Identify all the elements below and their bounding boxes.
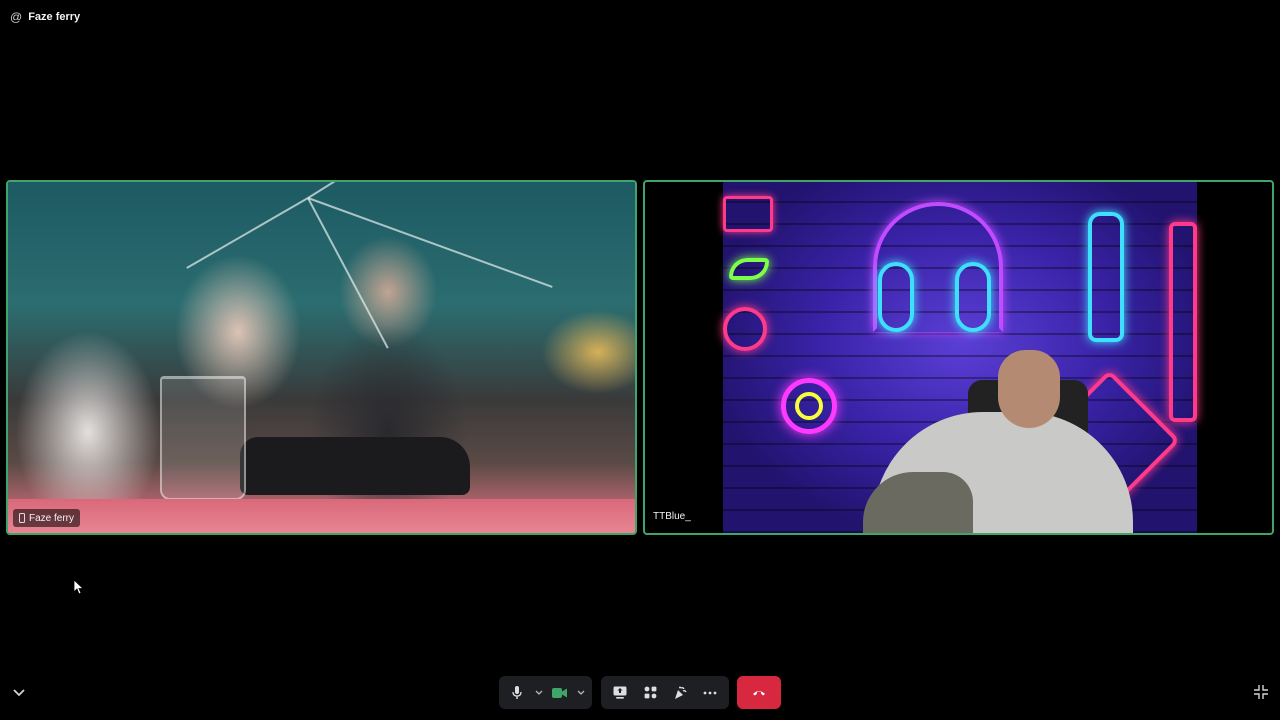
call-header: @ Faze ferry [10, 8, 80, 26]
neon-earcup [955, 262, 991, 332]
person-head [998, 350, 1060, 428]
call-title: Faze ferry [28, 11, 81, 23]
soundboard-icon [673, 686, 687, 700]
participant-tile-ttblue[interactable]: TTBlue_ [643, 180, 1274, 535]
video-feed [723, 182, 1197, 533]
more-options-button[interactable] [695, 676, 725, 709]
media-controls [499, 676, 592, 709]
neon-leaf [729, 258, 769, 280]
chevron-down-icon [535, 690, 543, 695]
neon-lollipop-swirl [795, 392, 823, 420]
microphone-button[interactable] [503, 676, 532, 709]
collapse-button[interactable] [11, 686, 27, 700]
exit-fullscreen-button[interactable] [1253, 684, 1269, 700]
bag [240, 437, 470, 495]
chevron-down-icon [577, 690, 585, 695]
chevron-down-icon [13, 689, 25, 697]
neon-earcup [878, 262, 914, 332]
screen-share-icon [613, 686, 627, 699]
glass [160, 376, 246, 500]
disconnect-button[interactable] [737, 676, 781, 709]
table [8, 499, 635, 533]
neon-arrow-shaft [1169, 222, 1197, 422]
neon-sign [723, 196, 773, 232]
participant-name: Faze ferry [29, 512, 75, 524]
neon-cherry [723, 307, 767, 351]
at-icon: @ [10, 10, 23, 24]
phone-icon [19, 513, 25, 523]
microphone-options-button[interactable] [532, 676, 546, 709]
camera-icon [552, 687, 568, 698]
minimize-icon [1253, 684, 1269, 700]
camera-button[interactable] [546, 676, 575, 709]
apps-button[interactable] [635, 676, 665, 709]
participant-name-tag: Faze ferry [13, 509, 81, 527]
mouse-cursor-icon [74, 580, 84, 595]
participant-tile-faze-ferry[interactable]: Faze ferry [6, 180, 637, 535]
camera-options-button[interactable] [574, 676, 588, 709]
screen-share-button[interactable] [605, 676, 635, 709]
more-icon [703, 691, 717, 695]
participant-name: TTBlue_ [653, 510, 691, 522]
participant-name-tag: TTBlue_ [653, 507, 691, 525]
call-tools [601, 676, 729, 709]
soundboard-button[interactable] [665, 676, 695, 709]
apps-icon [644, 686, 657, 699]
neon-bottle [1088, 212, 1124, 342]
microphone-icon [512, 686, 523, 699]
hang-up-icon [752, 689, 766, 696]
